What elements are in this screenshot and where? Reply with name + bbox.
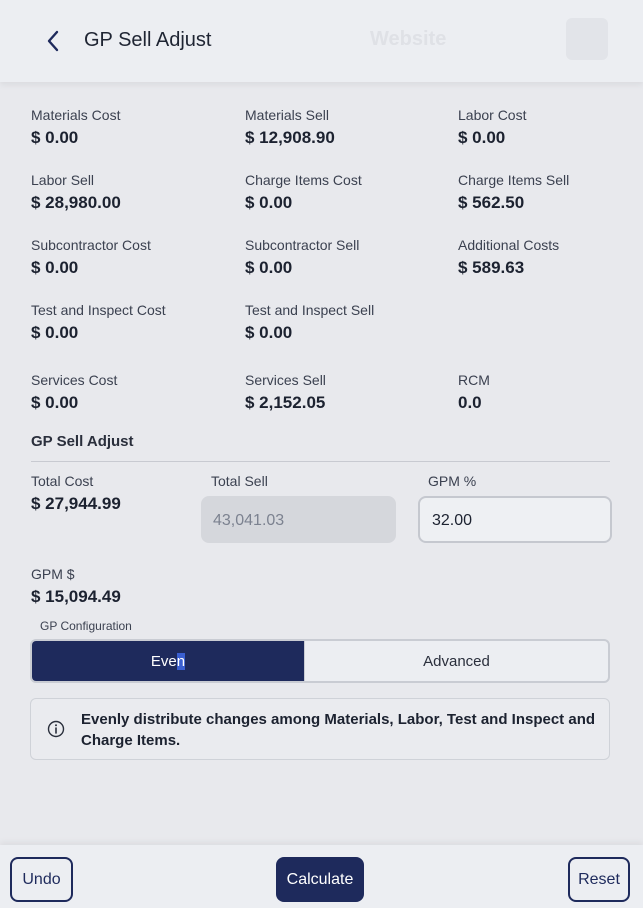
subcontractor-cost-label: Subcontractor Cost — [31, 237, 151, 253]
labor-sell-label: Labor Sell — [31, 172, 95, 188]
total-sell-field: 43,041.03 — [201, 496, 396, 543]
materials-sell: Materials Sell $ 12,908.90 — [245, 107, 335, 148]
additional-costs: Additional Costs $ 589.63 — [458, 237, 559, 278]
rcm-value: 0.0 — [458, 393, 482, 412]
materials-cost-value: $ 0.00 — [31, 128, 79, 147]
test-inspect-cost-value: $ 0.00 — [31, 323, 79, 342]
test-inspect-cost-label: Test and Inspect Cost — [31, 302, 166, 318]
services-sell: Services Sell $ 2,152.05 — [245, 372, 326, 413]
labor-sell-value: $ 28,980.00 — [31, 193, 121, 212]
additional-costs-value: $ 589.63 — [458, 258, 525, 277]
gpm-dollar-label: GPM $ — [31, 566, 75, 582]
charge-items-cost-label: Charge Items Cost — [245, 172, 362, 188]
labor-cost-label: Labor Cost — [458, 107, 527, 123]
total-sell-label: Total Sell — [211, 473, 268, 489]
background-website-text: Website — [370, 28, 447, 50]
labor-cost: Labor Cost $ 0.00 — [458, 107, 526, 148]
gp-configuration-label: GP Configuration — [40, 619, 132, 633]
materials-cost-label: Materials Cost — [31, 107, 121, 123]
services-sell-label: Services Sell — [245, 372, 326, 388]
services-sell-value: $ 2,152.05 — [245, 393, 326, 412]
subcontractor-sell-value: $ 0.00 — [245, 258, 293, 277]
labor-cost-value: $ 0.00 — [458, 128, 506, 147]
even-option[interactable]: Eve n — [32, 641, 304, 681]
materials-sell-label: Materials Sell — [245, 107, 330, 123]
test-inspect-sell: Test and Inspect Sell $ 0.00 — [245, 302, 374, 343]
services-cost-value: $ 0.00 — [31, 393, 79, 412]
rcm: RCM 0.0 — [458, 372, 490, 413]
calculate-button[interactable]: Calculate — [276, 857, 364, 902]
background-button-ghost — [566, 18, 608, 60]
rcm-label: RCM — [458, 372, 490, 388]
subcontractor-sell: Subcontractor Sell $ 0.00 — [245, 237, 359, 278]
gp-sell-adjust-heading: GP Sell Adjust — [31, 433, 134, 450]
info-message-text: Evenly distribute changes among Material… — [81, 711, 596, 749]
total-cost-label: Total Cost — [31, 473, 94, 489]
info-icon — [47, 720, 65, 738]
labor-sell: Labor Sell $ 28,980.00 — [31, 172, 121, 213]
charge-items-cost-value: $ 0.00 — [245, 193, 293, 212]
charge-items-sell: Charge Items Sell $ 562.50 — [458, 172, 569, 213]
services-cost: Services Cost $ 0.00 — [31, 372, 117, 413]
subcontractor-cost: Subcontractor Cost $ 0.00 — [31, 237, 151, 278]
test-inspect-sell-label: Test and Inspect Sell — [245, 302, 375, 318]
page-title: GP Sell Adjust — [84, 29, 212, 51]
even-option-label: Eve — [150, 652, 177, 670]
charge-items-sell-label: Charge Items Sell — [458, 172, 570, 188]
page-header: GP Sell Adjust Website — [0, 0, 643, 82]
test-inspect-cost: Test and Inspect Cost $ 0.00 — [31, 302, 166, 343]
materials-sell-value: $ 12,908.90 — [245, 128, 335, 147]
gpm-dollar-value: $ 15,094.49 — [31, 587, 121, 606]
services-cost-label: Services Cost — [31, 372, 118, 388]
total-cost: Total Cost $ 27,944.99 — [31, 473, 121, 514]
materials-cost: Materials Cost $ 0.00 — [31, 107, 120, 148]
reset-button[interactable]: Reset — [568, 857, 630, 902]
info-message: Evenly distribute changes among Material… — [30, 698, 610, 760]
subcontractor-sell-label: Subcontractor Sell — [245, 237, 360, 253]
undo-button[interactable]: Undo — [10, 857, 73, 902]
additional-costs-label: Additional Costs — [458, 237, 560, 253]
even-option-label-selected-char: n — [176, 652, 186, 670]
gp-configuration-toggle: Eve n Advanced — [30, 639, 610, 683]
subcontractor-cost-value: $ 0.00 — [31, 258, 79, 277]
gpm-percent-label: GPM % — [428, 473, 477, 489]
test-inspect-sell-value: $ 0.00 — [245, 323, 293, 342]
charge-items-sell-value: $ 562.50 — [458, 193, 525, 212]
charge-items-cost: Charge Items Cost $ 0.00 — [245, 172, 362, 213]
advanced-option[interactable]: Advanced — [304, 641, 608, 681]
gpm-dollar: GPM $ $ 15,094.49 — [31, 566, 121, 607]
gpm-percent-input[interactable]: 32.00 — [418, 496, 612, 543]
total-cost-value: $ 27,944.99 — [31, 494, 121, 513]
back-button[interactable] — [40, 28, 66, 54]
chevron-left-icon — [47, 30, 59, 52]
section-divider — [31, 461, 610, 462]
